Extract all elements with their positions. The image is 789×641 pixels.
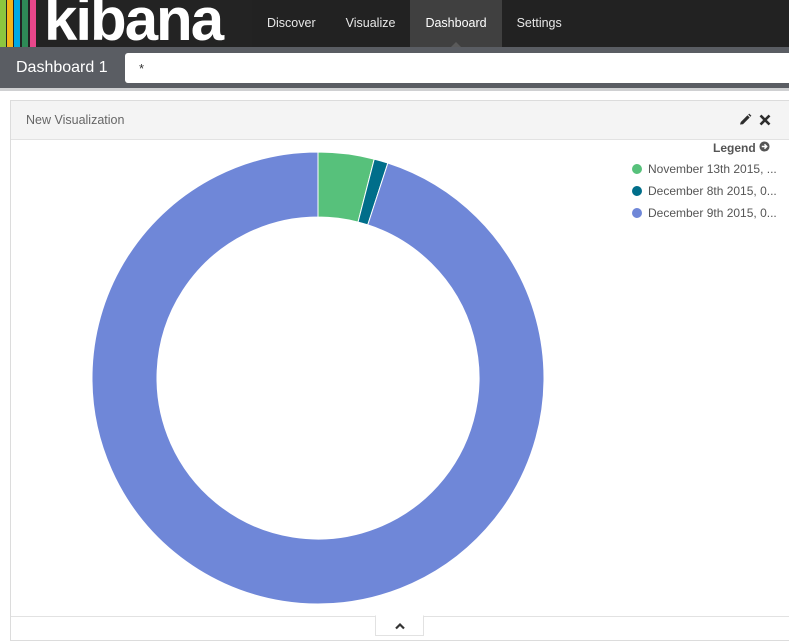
kibana-logo[interactable]: kibana [0, 0, 252, 47]
legend-item-label: November 13th 2015, ... [648, 162, 777, 176]
logo-bar [30, 0, 36, 47]
legend-swatch [632, 164, 642, 174]
legend-item[interactable]: December 8th 2015, 0... [632, 180, 789, 202]
tab-visualize[interactable]: Visualize [331, 0, 411, 47]
tab-label: Discover [267, 16, 316, 30]
legend-item[interactable]: December 9th 2015, 0... [632, 202, 789, 224]
collapse-toggle[interactable] [375, 615, 424, 636]
query-bar-divider [0, 88, 789, 91]
tab-dashboard[interactable]: Dashboard [410, 0, 502, 47]
dashboard-title: Dashboard 1 [16, 59, 108, 76]
legend-swatch [632, 186, 642, 196]
visualization-panel: New Visualization Legend November 13th 2… [10, 100, 789, 641]
query-input[interactable] [125, 53, 789, 83]
chevron-up-icon [394, 622, 405, 629]
arrow-circle-right-icon [759, 141, 770, 155]
legend-swatch [632, 208, 642, 218]
legend-item[interactable]: November 13th 2015, ... [632, 158, 789, 180]
logo-bar [14, 0, 20, 47]
tab-label: Visualize [345, 16, 396, 30]
top-navbar: kibana Discover Visualize Dashboard Sett… [0, 0, 789, 47]
logo-bar [0, 0, 6, 47]
legend-toggle[interactable]: Legend [713, 141, 770, 155]
logo-wordmark: kibana [44, 0, 224, 47]
logo-bar [22, 0, 28, 47]
tab-label: Settings [516, 16, 562, 30]
logo-bar [7, 0, 13, 47]
legend-label: Legend [713, 141, 756, 155]
query-bar: Dashboard 1 [0, 47, 789, 88]
legend-item-label: December 9th 2015, 0... [648, 206, 777, 220]
main-tabs: Discover Visualize Dashboard Settings [252, 0, 577, 47]
legend-item-label: December 8th 2015, 0... [648, 184, 777, 198]
tab-label: Dashboard [425, 16, 487, 30]
donut-slice[interactable] [91, 151, 545, 605]
tab-discover[interactable]: Discover [252, 0, 331, 47]
legend-list: November 13th 2015, ... December 8th 2015… [632, 158, 789, 224]
tab-settings[interactable]: Settings [502, 0, 577, 47]
